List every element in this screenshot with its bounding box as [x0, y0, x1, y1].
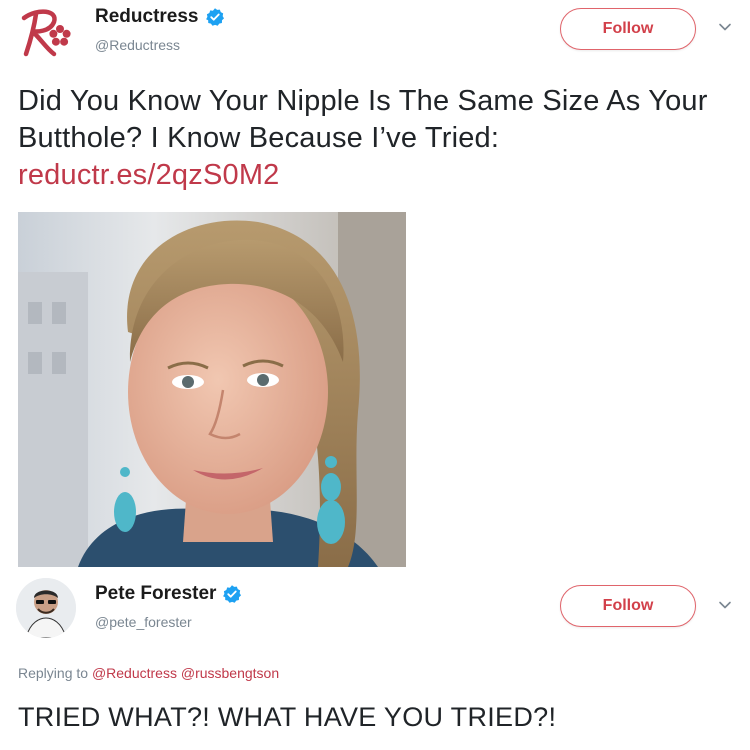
- tweet-screenshot: Reductress @Reductress Follow Did You Kn…: [0, 0, 750, 750]
- tweet-link[interactable]: reductr.es/2qzS0M2: [18, 157, 280, 194]
- tweet-text: Did You Know Your Nipple Is The Same Siz…: [18, 85, 708, 154]
- reductress-logo-icon[interactable]: [16, 4, 86, 64]
- display-name[interactable]: Pete Forester: [95, 583, 242, 605]
- display-name-text: Reductress: [95, 6, 199, 27]
- reply-text: TRIED WHAT?! WHAT HAVE YOU TRIED?!: [18, 702, 557, 732]
- mention-link[interactable]: @russbengtson: [181, 665, 279, 681]
- chevron-down-icon[interactable]: [718, 598, 732, 612]
- verified-badge-icon: [205, 8, 224, 26]
- user-handle[interactable]: @pete_forester: [95, 614, 192, 630]
- avatar[interactable]: [16, 578, 76, 638]
- display-name-text: Pete Forester: [95, 583, 217, 604]
- replying-to: Replying to @Reductress @russbengtson: [18, 665, 279, 681]
- tweet-photo[interactable]: [18, 212, 406, 567]
- chevron-down-icon[interactable]: [718, 20, 732, 34]
- follow-button[interactable]: Follow: [560, 8, 696, 50]
- verified-badge-icon: [223, 585, 242, 603]
- replying-to-label: Replying to: [18, 665, 89, 681]
- display-name[interactable]: Reductress: [95, 6, 225, 28]
- user-handle[interactable]: @Reductress: [95, 37, 180, 53]
- mention-link[interactable]: @Reductress: [92, 665, 177, 681]
- follow-button[interactable]: Follow: [560, 585, 696, 627]
